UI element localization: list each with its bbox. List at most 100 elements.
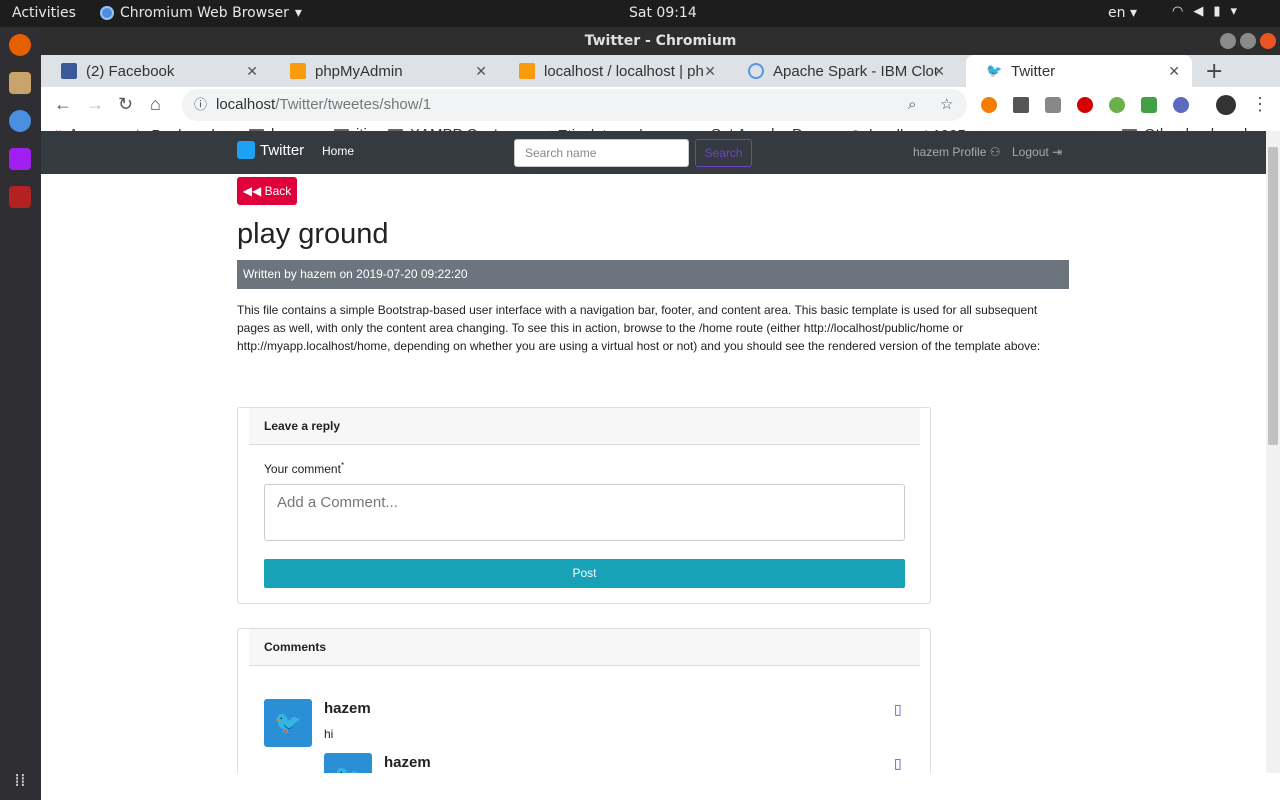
reload-icon[interactable]: ↻	[118, 94, 133, 115]
search-button[interactable]: Search	[695, 139, 752, 167]
comment-item: 🐦 hazem bay ▯	[324, 753, 909, 773]
close-tab-icon[interactable]: ✕	[933, 63, 945, 80]
close-tab-icon[interactable]: ✕	[246, 63, 258, 80]
comment-item: 🐦 hazem hi ▯	[264, 699, 909, 749]
sign-out-icon: ⇥	[1052, 145, 1063, 159]
wifi-icon: ◠	[1172, 4, 1184, 19]
battery-icon: ▮	[1213, 4, 1221, 19]
tab-facebook[interactable]: (2) Facebook ✕	[41, 55, 270, 87]
close-tab-icon[interactable]: ✕	[704, 63, 716, 80]
window-title: Twitter - Chromium	[584, 33, 737, 49]
twitter-bird-icon: 🐦	[986, 63, 1003, 78]
profile-label: hazem Profile	[913, 145, 987, 159]
close-tab-icon[interactable]: ✕	[1168, 63, 1180, 80]
back-label: Back	[264, 184, 292, 198]
reply-card: Leave a reply Your comment* Add a Commen…	[237, 407, 931, 604]
language-label: en	[1108, 5, 1126, 21]
tab-phpmyadmin[interactable]: phpMyAdmin ✕	[270, 55, 499, 87]
post-body: This file contains a simple Bootstrap-ba…	[237, 303, 1041, 353]
comment-author: hazem	[384, 754, 431, 771]
phpmyadmin-icon	[290, 63, 306, 79]
terminal-icon[interactable]	[9, 186, 31, 208]
eyedropper-icon[interactable]	[1013, 97, 1029, 113]
tab-label: phpMyAdmin	[315, 62, 403, 80]
twitter-avatar-icon: 🐦	[324, 753, 372, 773]
logout-label: Logout	[1012, 145, 1049, 159]
close-tab-icon[interactable]: ✕	[475, 63, 487, 80]
files-icon[interactable]	[9, 72, 31, 94]
window-titlebar: Twitter - Chromium	[41, 27, 1280, 55]
user-icon: ⚇	[989, 145, 1001, 159]
new-tab-button[interactable]: +	[1205, 59, 1223, 84]
comment-textarea[interactable]: Add a Comment...	[264, 484, 905, 541]
profile-link[interactable]: hazem Profile ⚇	[913, 145, 1000, 159]
site-brand[interactable]: Twitter	[237, 141, 304, 159]
tab-label: Twitter	[1011, 62, 1056, 80]
language-indicator[interactable]: en ▾	[1108, 5, 1137, 21]
url-path: /Twitter/tweetes/show/1	[275, 96, 432, 113]
comment-text: hi	[324, 727, 334, 741]
extension-green-icon[interactable]	[1141, 97, 1157, 113]
cloud-icon	[748, 63, 764, 79]
logout-link[interactable]: Logout ⇥	[1012, 145, 1062, 159]
twitter-logo-icon	[237, 141, 255, 159]
camera-icon[interactable]	[1045, 97, 1061, 113]
search-input[interactable]: Search name	[514, 139, 689, 167]
reply-card-header: Leave a reply	[249, 408, 920, 445]
clock[interactable]: Sat 09:14	[629, 5, 697, 21]
required-mark: *	[340, 461, 345, 470]
comment-field-label: Your comment*	[264, 461, 344, 476]
color-wheel-icon[interactable]	[1109, 97, 1125, 113]
back-arrow-icon[interactable]: ←	[54, 94, 72, 115]
back-button[interactable]: ◀◀ Back	[237, 177, 297, 205]
tab-localhost-pma[interactable]: localhost / localhost | ph ✕	[499, 55, 728, 87]
tab-ibm-cloud[interactable]: Apache Spark - IBM Clou ✕	[728, 55, 957, 87]
backward-icon: ◀◀	[242, 184, 262, 198]
page-scrollbar[interactable]	[1266, 131, 1280, 773]
extension-blue-icon[interactable]	[1173, 97, 1189, 113]
post-comment-button[interactable]: Post	[264, 559, 905, 588]
close-window-button[interactable]	[1260, 33, 1276, 49]
chromium-icon	[100, 6, 114, 20]
maximize-button[interactable]	[1240, 33, 1256, 49]
site-navbar: Twitter Home Search name Search hazem Pr…	[41, 131, 1266, 174]
extension-orange-icon[interactable]	[981, 97, 997, 113]
system-tray[interactable]: ◠ ◀ ▮ ▾	[1172, 4, 1237, 19]
firefox-icon[interactable]	[9, 34, 31, 56]
menu-icon[interactable]: ⋮	[1251, 94, 1269, 115]
zoom-icon[interactable]: ⌕	[908, 89, 916, 121]
url-host: localhost	[216, 96, 276, 113]
reply-icon[interactable]: ▯	[894, 755, 902, 772]
nav-home-link[interactable]: Home	[322, 144, 354, 158]
comment-author: hazem	[324, 700, 371, 717]
brand-label: Twitter	[260, 141, 305, 159]
forward-arrow-icon[interactable]: →	[86, 94, 104, 115]
bookmark-star-icon[interactable]: ☆	[940, 89, 953, 121]
comments-card-header: Comments	[249, 629, 920, 666]
toolbar: ← → ↻ ⌂ ⓘ localhost/Twitter/tweetes/show…	[41, 87, 1280, 123]
tab-twitter[interactable]: 🐦 Twitter ✕	[966, 55, 1192, 87]
phpstorm-icon[interactable]	[9, 148, 31, 170]
tab-label: (2) Facebook	[86, 62, 175, 80]
home-icon[interactable]: ⌂	[150, 94, 161, 115]
scrollbar-thumb[interactable]	[1268, 147, 1278, 445]
app-menu[interactable]: Chromium Web Browser ▾	[100, 5, 302, 21]
tab-strip: (2) Facebook ✕ phpMyAdmin ✕ localhost / …	[41, 55, 1280, 87]
address-bar[interactable]: ⓘ localhost/Twitter/tweetes/show/1 ⌕ ☆	[182, 89, 967, 121]
dock: ⁞⁞	[0, 27, 41, 800]
os-top-bar: Activities Chromium Web Browser ▾ Sat 09…	[0, 0, 1280, 27]
chromium-dock-icon[interactable]	[9, 110, 31, 132]
chevron-down-icon: ▾	[1230, 4, 1238, 19]
avatar[interactable]	[1216, 95, 1236, 115]
twitter-avatar-icon: 🐦	[264, 699, 312, 747]
activities-button[interactable]: Activities	[12, 5, 76, 21]
tab-label: Apache Spark - IBM Clou	[773, 62, 937, 80]
comments-card: Comments 🐦 hazem hi ▯ 🐦 hazem bay ▯	[237, 628, 931, 773]
chevron-down-icon: ▾	[294, 5, 302, 21]
reply-icon[interactable]: ▯	[894, 701, 902, 718]
minimize-button[interactable]	[1220, 33, 1236, 49]
phpmyadmin-icon	[519, 63, 535, 79]
show-apps-icon[interactable]: ⁞⁞	[9, 770, 31, 792]
adblock-icon[interactable]	[1077, 97, 1093, 113]
post-title: play ground	[237, 218, 389, 250]
